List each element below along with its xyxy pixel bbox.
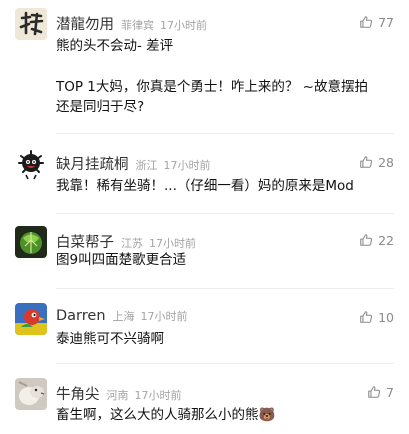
divider <box>56 288 394 289</box>
comment-text: 泰迪熊可不兴骑啊 <box>56 329 398 350</box>
like-button[interactable]: 10 <box>359 308 394 326</box>
thumbs-up-icon <box>360 156 373 168</box>
comment-line: 我靠！稀有坐骑！...（仔细一看）妈的原来是Mod <box>56 178 354 194</box>
comment-meta: 白菜帮子 江苏 17小时前 <box>56 231 196 252</box>
divider <box>56 363 394 364</box>
comment-line: TOP 1大妈，你真是个勇士！咋上来的？ ~故意摆拍 <box>56 78 368 95</box>
location: 浙江 <box>135 159 158 172</box>
colorful-bird-avatar[interactable] <box>15 303 47 335</box>
location: 上海 <box>112 310 135 323</box>
comment-text: 图9叫四面楚歌更合适 <box>56 250 398 271</box>
username[interactable]: 缺月挂疏桐 <box>56 153 129 174</box>
like-button[interactable]: 7 <box>367 383 394 401</box>
comment-meta: Darren 上海 17小时前 <box>56 308 188 326</box>
location: 江苏 <box>121 237 143 250</box>
comment-line: 畜生啊，这么大的人骑那么小的熊🐻 <box>56 405 398 426</box>
black-fluffy-avatar[interactable] <box>15 148 47 180</box>
like-button[interactable]: 28 <box>359 153 394 171</box>
animal-photo-avatar[interactable] <box>15 378 47 410</box>
comment-meta: 潜龍勿用 菲律宾 17小时前 <box>56 13 207 34</box>
username[interactable]: 牛角尖 <box>56 383 100 404</box>
like-button[interactable]: 77 <box>359 13 394 31</box>
like-count: 77 <box>378 14 394 30</box>
like-button[interactable]: 22 <box>359 231 394 249</box>
comment-line-text: 畜生啊，这么大的人骑那么小的熊 <box>56 407 259 423</box>
like-count: 7 <box>386 384 394 400</box>
thumbs-up-icon <box>368 386 381 398</box>
like-count: 28 <box>378 154 394 170</box>
timestamp: 17小时前 <box>160 19 207 32</box>
divider <box>56 213 394 214</box>
timestamp: 17小时前 <box>149 237 196 250</box>
bear-emoji: 🐻 <box>258 407 276 423</box>
comment-text: 畜生啊，这么大的人骑那么小的熊🐻 <box>56 405 398 426</box>
username[interactable]: 白菜帮子 <box>56 231 114 252</box>
timestamp: 17小时前 <box>163 159 211 172</box>
comment-text: 熊的头不会动- 差评 TOP 1大妈，你真是个勇士！咋上来的？ ~故意摆拍 还是… <box>56 36 398 118</box>
comment-text: 我靠！稀有坐骑！...（仔细一看）妈的原来是Mod <box>56 176 398 197</box>
divider <box>56 133 394 134</box>
green-cabbage-avatar[interactable] <box>15 226 47 258</box>
location: 河南 <box>106 389 129 402</box>
username[interactable]: Darren <box>56 308 106 324</box>
comment-meta: 牛角尖 河南 17小时前 <box>56 383 182 404</box>
thumbs-up-icon <box>360 234 373 246</box>
comment-meta: 缺月挂疏桐 浙江 17小时前 <box>56 153 211 174</box>
location: 菲律宾 <box>121 19 154 32</box>
comment-line: 泰迪熊可不兴骑啊 <box>56 331 164 347</box>
thumbs-up-icon <box>360 16 373 28</box>
comment-list: 潜龍勿用 菲律宾 17小时前 77 熊的头不会动- 差评 TOP 1大妈，你真是… <box>0 0 409 434</box>
thumbs-up-icon <box>360 311 373 323</box>
like-count: 10 <box>378 309 394 325</box>
calligraphy-avatar[interactable] <box>15 8 47 40</box>
comment-line: 熊的头不会动- 差评 <box>56 38 174 54</box>
timestamp: 17小时前 <box>140 310 188 323</box>
comment-line: 图9叫四面楚歌更合适 <box>56 252 187 268</box>
comment-line: 还是同归于尽? <box>56 99 145 115</box>
timestamp: 17小时前 <box>134 389 182 402</box>
username[interactable]: 潜龍勿用 <box>56 13 114 34</box>
like-count: 22 <box>378 232 394 248</box>
